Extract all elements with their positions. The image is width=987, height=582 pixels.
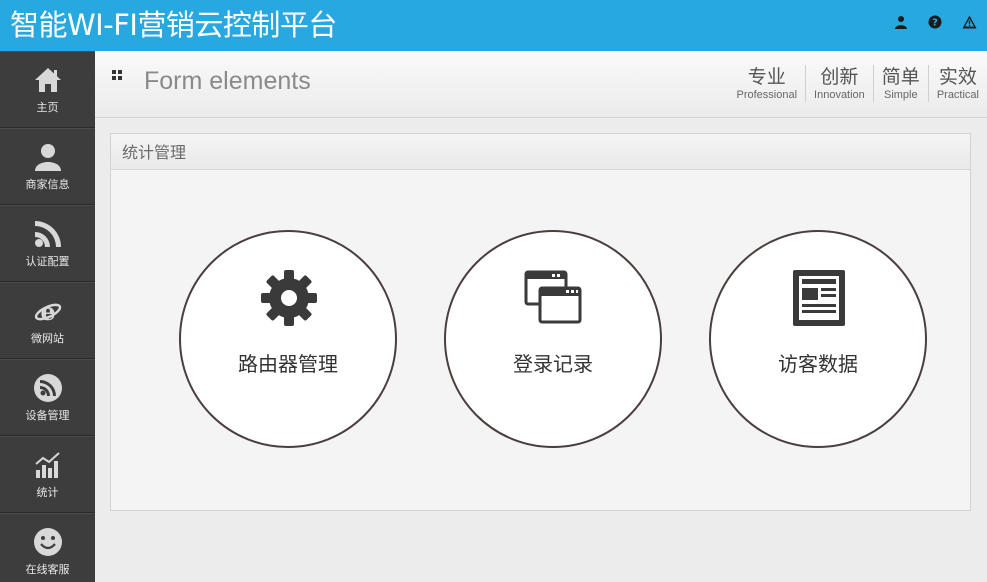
bar-chart-icon (34, 452, 60, 478)
motto-cn: 专业 (747, 66, 786, 88)
motto-en: Practical (936, 89, 979, 101)
sidebar-item-label: 统计 (36, 486, 59, 499)
motto-cn: 简单 (881, 66, 920, 88)
sidebar-item-merchant[interactable]: 商家信息 (0, 128, 95, 205)
motto-item: 创新 Innovation (805, 65, 873, 102)
sidebar-item-label: 微网站 (31, 332, 64, 345)
sidebar-item-label: 商家信息 (25, 178, 70, 191)
sidebar-item-label: 设备管理 (25, 409, 70, 422)
page-header: Form elements 专业 Professional 创新 Innovat… (95, 51, 987, 118)
help-icon[interactable]: ? (925, 12, 945, 32)
sidebar: 主页 商家信息 认证配置 e 微网站 设备管理 统计 在线客服 (0, 51, 95, 582)
motto-cn: 实效 (938, 66, 977, 88)
user-icon[interactable] (891, 12, 911, 32)
sidebar-item-home[interactable]: 主页 (0, 51, 95, 128)
sidebar-item-online-support[interactable]: 在线客服 (0, 513, 95, 582)
user-icon (34, 144, 61, 171)
sidebar-item-auth-config[interactable]: 认证配置 (0, 205, 95, 282)
tile-label: 路由器管理 (238, 352, 338, 376)
grid-icon (112, 70, 122, 80)
panel-title: 统计管理 (111, 134, 970, 170)
motto-en: Simple (883, 89, 918, 101)
top-toolbar: ? (891, 12, 979, 32)
document-icon (793, 270, 845, 326)
gear-icon (261, 270, 317, 326)
sidebar-item-label: 认证配置 (25, 255, 70, 268)
svg-text:e: e (40, 297, 55, 326)
motto-item: 专业 Professional (728, 65, 805, 102)
sidebar-item-statistics[interactable]: 统计 (0, 436, 95, 513)
app-title: 智能WI-FI营销云控制平台 (10, 8, 337, 42)
page-title: Form elements (144, 67, 311, 95)
motto-list: 专业 Professional 创新 Innovation 简单 Simple … (728, 65, 987, 102)
warning-icon[interactable] (959, 12, 979, 32)
motto-en: Professional (736, 89, 798, 101)
stats-panel: 统计管理 路由器管理 登录记录 访客数据 (110, 133, 971, 511)
login-records-tile[interactable]: 登录记录 (444, 230, 662, 448)
ie-icon: e (34, 297, 61, 326)
visitor-data-tile[interactable]: 访客数据 (709, 230, 927, 448)
motto-cn: 创新 (820, 66, 859, 88)
smile-icon (33, 528, 62, 556)
svg-text:?: ? (932, 18, 938, 29)
rss-icon (34, 221, 61, 247)
tile-label: 访客数据 (778, 352, 858, 376)
sidebar-item-device-management[interactable]: 设备管理 (0, 359, 95, 436)
top-bar: 智能WI-FI营销云控制平台 ? (0, 0, 987, 51)
motto-en: Innovation (814, 89, 865, 101)
motto-item: 简单 Simple (872, 65, 928, 102)
sidebar-item-microsite[interactable]: e 微网站 (0, 282, 95, 359)
sidebar-item-label: 在线客服 (25, 563, 70, 576)
windows-icon (524, 270, 582, 324)
router-management-tile[interactable]: 路由器管理 (179, 230, 397, 448)
tile-label: 登录记录 (513, 352, 593, 376)
sidebar-item-label: 主页 (36, 101, 59, 114)
rss-circle-icon (33, 374, 62, 402)
motto-item: 实效 Practical (927, 65, 987, 102)
home-icon (34, 68, 61, 92)
